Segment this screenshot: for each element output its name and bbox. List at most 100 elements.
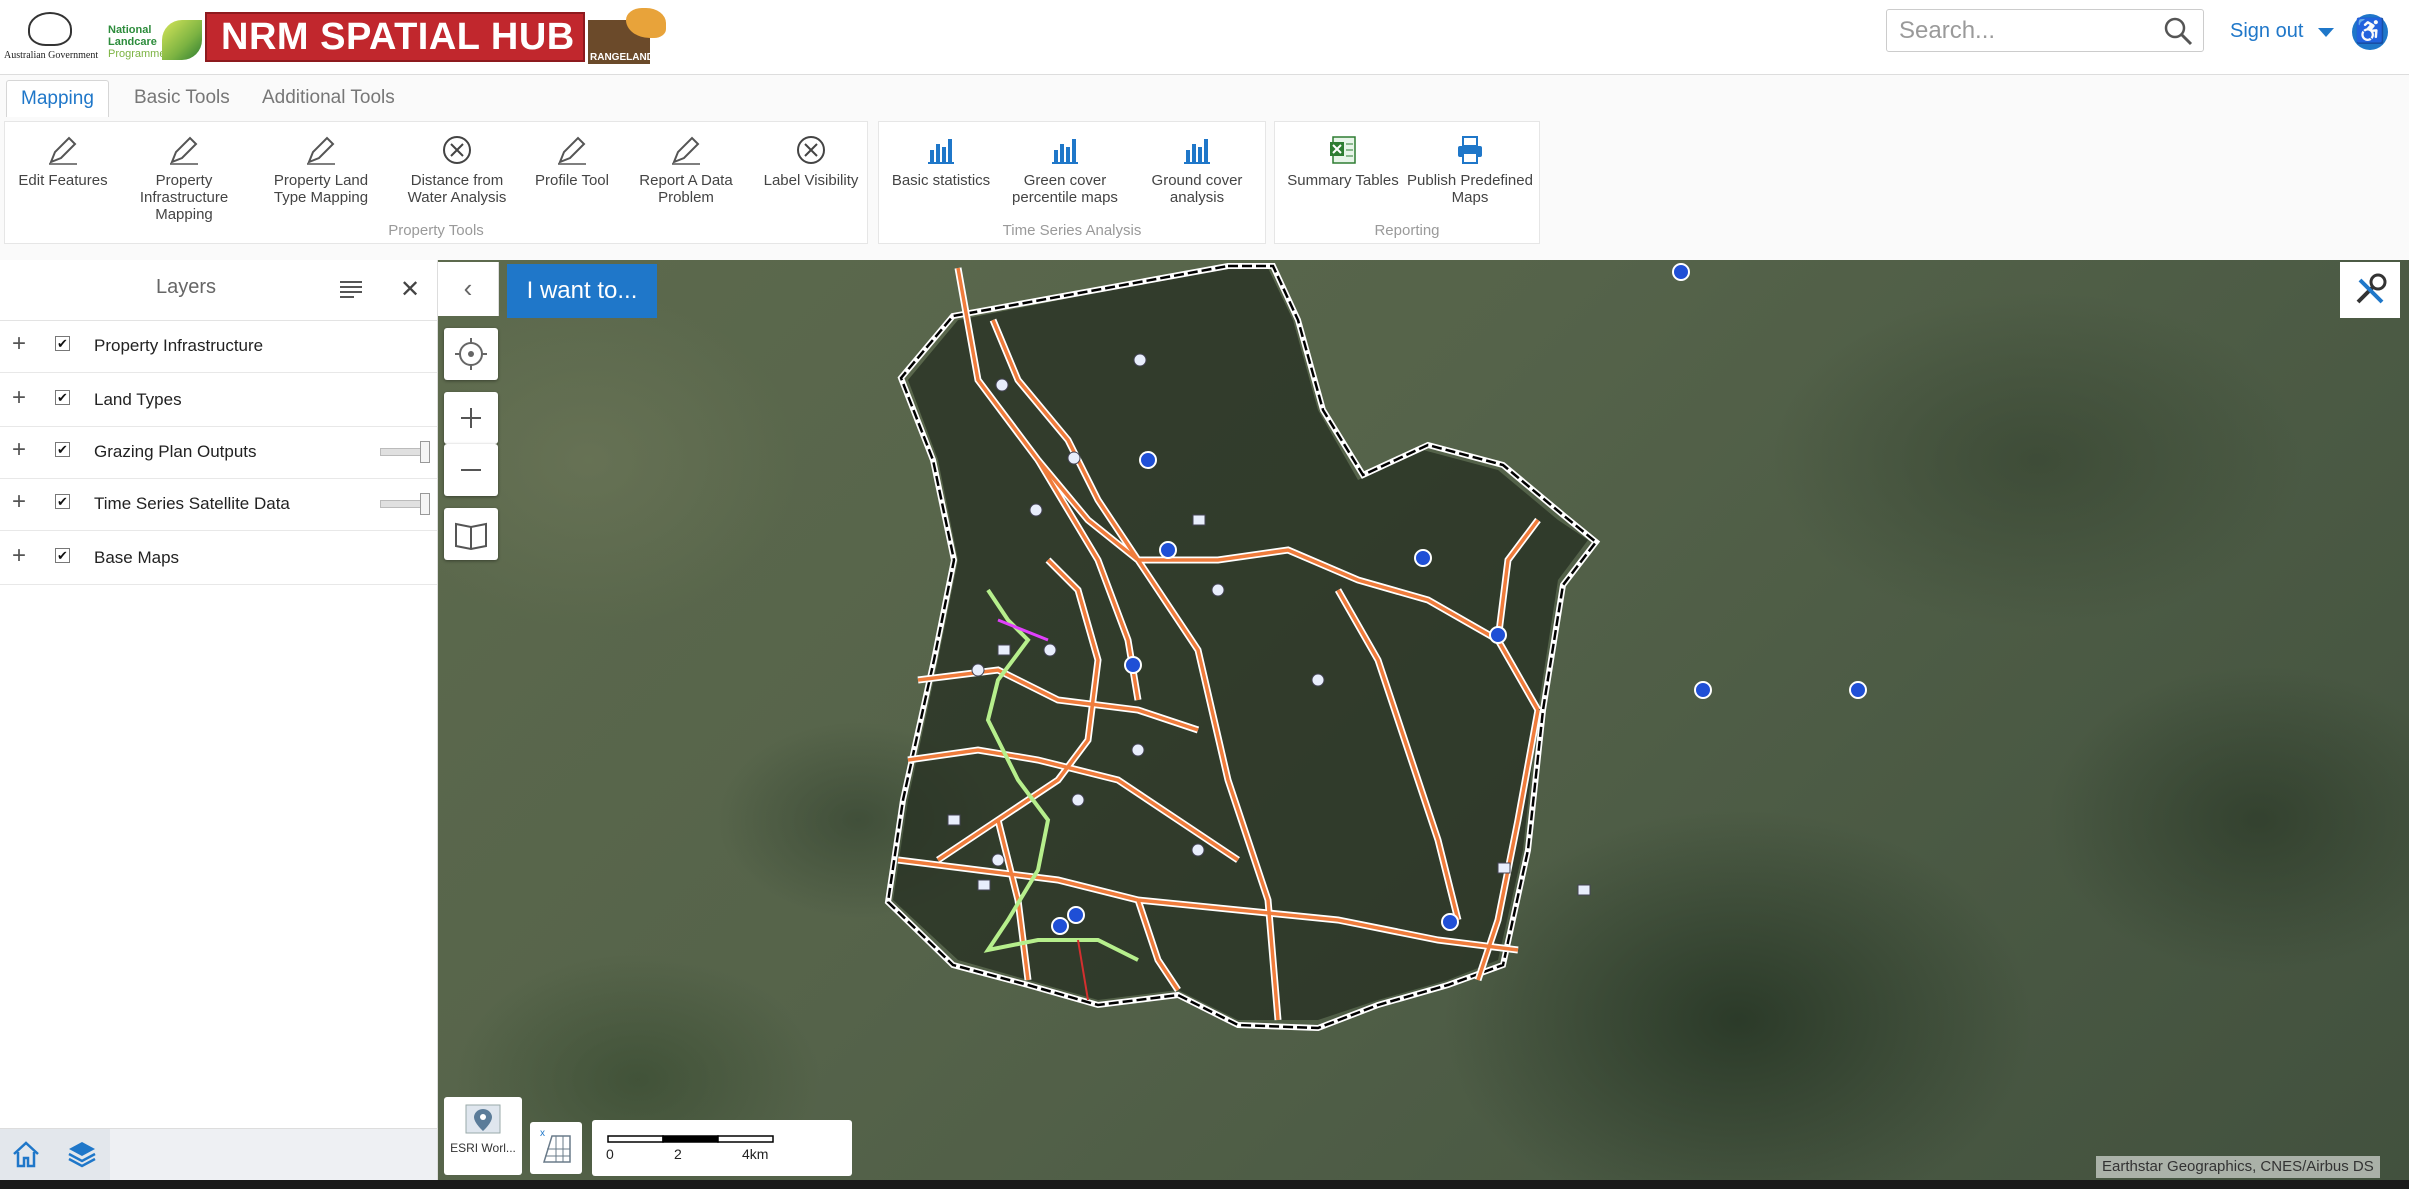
expand-plus-icon[interactable]: + [12, 330, 26, 358]
landcare-line2: Landcare [108, 36, 157, 48]
search-input[interactable] [1897, 16, 2151, 46]
menu-lines-icon[interactable] [340, 280, 362, 298]
label-visibility-button[interactable]: Label Visibility [761, 134, 861, 189]
zoom-out-button[interactable] [444, 444, 498, 496]
basemap-thumbnail-icon [465, 1104, 501, 1134]
tool-label: Ground cover analysis [1151, 172, 1243, 206]
expand-plus-icon[interactable]: + [12, 488, 26, 516]
layer-checkbox[interactable]: ✔ [55, 390, 70, 405]
property-land-type-mapping-button[interactable]: Property Land Type Mapping [261, 134, 381, 206]
group-label-reporting: Reporting [1374, 222, 1440, 239]
slider-handle[interactable] [420, 441, 430, 463]
basemap-label: ESRI Worl... [450, 1141, 516, 1155]
layer-label: Base Maps [94, 548, 180, 567]
expand-plus-icon[interactable]: + [12, 384, 26, 412]
sign-out-link[interactable]: Sign out [2230, 20, 2303, 43]
spreadsheet-icon [1330, 136, 1356, 164]
pencil-icon [672, 136, 700, 165]
circle-x-icon [797, 136, 825, 164]
layer-checkbox[interactable]: ✔ [55, 336, 70, 351]
accessibility-icon[interactable]: ♿ [2352, 14, 2388, 50]
open-book-icon [455, 522, 487, 551]
map-attribution: Earthstar Geographics, CNES/Airbus DS [2096, 1156, 2380, 1178]
leaf-icon [162, 20, 202, 60]
profile-tool-button[interactable]: Profile Tool [527, 134, 617, 189]
property-infrastructure-mapping-button[interactable]: Property Infrastructure Mapping [129, 134, 239, 223]
layer-label: Grazing Plan Outputs [94, 442, 257, 461]
nrm-banner-title: NRM SPATIAL HUB [205, 12, 585, 62]
layers-title: Layers [155, 276, 217, 298]
publish-predefined-maps-button[interactable]: Publish Predefined Maps [1407, 134, 1533, 206]
home-icon[interactable] [10, 1138, 42, 1170]
layer-row[interactable]: + ✔ Time Series Satellite Data [0, 478, 437, 531]
layer-checkbox[interactable]: ✔ [55, 548, 70, 563]
wrench-screwdriver-icon [2356, 273, 2387, 304]
pencil-icon [170, 136, 198, 165]
circle-x-icon [443, 136, 471, 164]
tool-label: Basic statistics [891, 172, 991, 189]
grid-overlay-button[interactable]: x [530, 1122, 582, 1174]
tool-label: Property Infrastructure Mapping [139, 172, 229, 223]
edit-features-button[interactable]: Edit Features [13, 134, 113, 189]
grid-icon: x [540, 1128, 571, 1163]
landcare-line3: Programme [108, 48, 166, 60]
ground-cover-analysis-button[interactable]: Ground cover analysis [1141, 134, 1253, 206]
tool-label: Summary Tables [1287, 172, 1399, 189]
layer-label: Property Infrastructure [94, 336, 264, 355]
basic-statistics-button[interactable]: Basic statistics [885, 134, 997, 189]
layer-row[interactable]: + ✔ Base Maps [0, 532, 437, 585]
distance-from-water-analysis-button[interactable]: Distance from Water Analysis [397, 134, 517, 206]
printer-icon [1458, 136, 1482, 164]
tool-label: Property Land Type Mapping [273, 172, 369, 206]
tool-label: Label Visibility [763, 172, 859, 189]
tools-button[interactable] [2340, 262, 2400, 318]
australian-government-logo: Australian Government [4, 10, 98, 66]
bar-chart-icon [1184, 139, 1210, 164]
collapse-panel-button[interactable]: ‹ [438, 262, 499, 316]
tool-label: Report A Data Problem [639, 172, 733, 206]
layer-label: Time Series Satellite Data [94, 494, 290, 513]
tab-basic-tools[interactable]: Basic Tools [120, 80, 244, 116]
window-bottom-edge [0, 1180, 2409, 1189]
layers-stack-icon[interactable] [66, 1138, 98, 1170]
bar-chart-icon [1052, 139, 1078, 164]
map-view[interactable] [438, 260, 2409, 1189]
layers-panel: Layers ✕ + ✔ Property Infrastructure + ✔… [0, 260, 438, 1189]
tab-additional-tools[interactable]: Additional Tools [248, 80, 409, 116]
tool-label: Edit Features [18, 172, 108, 189]
expand-plus-icon[interactable]: + [12, 542, 26, 570]
layer-row[interactable]: + ✔ Land Types [0, 374, 437, 427]
pencil-icon [49, 136, 77, 165]
crest-icon [28, 12, 72, 46]
close-icon[interactable]: ✕ [400, 275, 420, 304]
pencil-icon [307, 136, 335, 165]
landcare-line1: National [108, 24, 152, 36]
expand-plus-icon[interactable]: + [12, 436, 26, 464]
svg-text:x: x [540, 1128, 545, 1139]
search-icon[interactable] [2163, 16, 2193, 46]
chevron-down-icon[interactable] [2318, 28, 2334, 37]
zoom-in-button[interactable] [444, 392, 498, 444]
tab-mapping[interactable]: Mapping [6, 80, 109, 117]
property-overlay [884, 263, 1867, 1032]
report-data-problem-button[interactable]: Report A Data Problem [631, 134, 741, 206]
layer-row[interactable]: + ✔ Property Infrastructure [0, 320, 437, 373]
bookmarks-button[interactable] [444, 508, 498, 560]
layer-checkbox[interactable]: ✔ [55, 442, 70, 457]
crosshair-icon [455, 338, 487, 370]
opacity-slider[interactable] [380, 493, 430, 515]
layer-row[interactable]: + ✔ Grazing Plan Outputs [0, 426, 437, 479]
summary-tables-button[interactable]: Summary Tables [1283, 134, 1403, 189]
green-cover-percentile-maps-button[interactable]: Green cover percentile maps [1007, 134, 1123, 206]
landcare-logo: National Landcare Programme [100, 18, 204, 62]
locate-button[interactable] [444, 328, 498, 380]
layers-header: Layers ✕ [0, 260, 437, 321]
i-want-to-button[interactable]: I want to... [507, 264, 657, 318]
layer-checkbox[interactable]: ✔ [55, 494, 70, 509]
slider-handle[interactable] [420, 493, 430, 515]
search-box[interactable] [1886, 9, 2204, 52]
opacity-slider[interactable] [380, 441, 430, 463]
minus-icon [461, 469, 481, 471]
property-tools-group: Edit Features Property Infrastructure Ma… [4, 121, 868, 244]
basemap-switcher[interactable]: ESRI Worl... [444, 1097, 522, 1175]
